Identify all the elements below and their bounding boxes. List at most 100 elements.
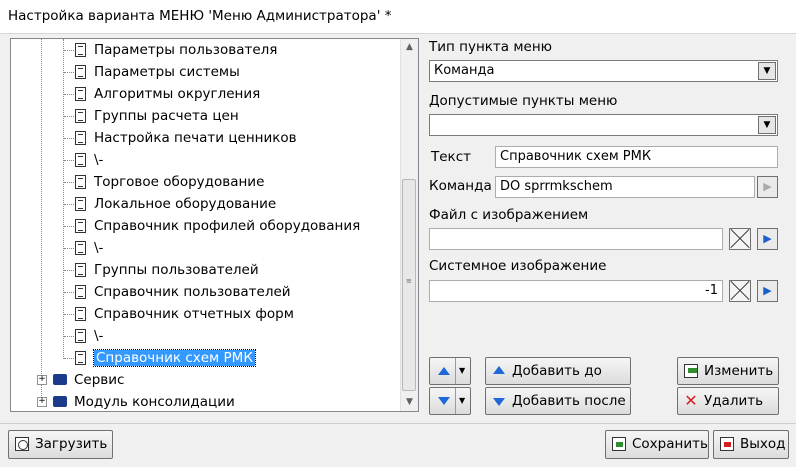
arrow-up-icon [438, 367, 450, 375]
tree-item-label: Параметры системы [94, 64, 240, 80]
scroll-up-arrow[interactable]: ▲ [401, 39, 418, 56]
delete-x-icon: ✕ [684, 391, 698, 410]
tree-item-label: Настройка печати ценников [94, 130, 297, 146]
exit-button[interactable]: Выход [713, 430, 789, 459]
document-icon [75, 307, 86, 321]
tree-item-label: Локальное оборудование [94, 196, 277, 212]
chevron-down-icon[interactable]: ▼ [758, 116, 776, 134]
tree-item-label: Алгоритмы округления [94, 86, 261, 102]
tree-item-label: Группы расчета цен [94, 108, 239, 124]
window-title: Настройка варианта МЕНЮ 'Меню Администра… [8, 8, 392, 24]
tree-item[interactable]: Настройка печати ценников [75, 127, 297, 149]
tree-item[interactable]: Алгоритмы округления [75, 83, 260, 105]
system-image-label: Системное изображение [429, 258, 607, 274]
tree-item[interactable]: Группы пользователей [75, 259, 259, 281]
tree-guide-line [64, 226, 74, 227]
tree-guide-line [64, 182, 74, 183]
image-file-label: Файл с изображением [429, 207, 589, 223]
arrow-down-icon [493, 398, 505, 406]
tree-guide-line [64, 358, 74, 359]
system-image-browse-button[interactable]: ▶ [757, 280, 778, 302]
tree-guide-line [64, 270, 74, 271]
tree-item[interactable]: Справочник отчетных форм [75, 303, 294, 325]
load-button[interactable]: Загрузить [8, 430, 113, 459]
document-icon [75, 131, 86, 145]
chevron-down-icon[interactable]: ▼ [459, 358, 465, 384]
system-image-field[interactable]: -1 [429, 280, 723, 302]
move-up-button[interactable]: ▼ [429, 357, 471, 385]
save-button[interactable]: Сохранить [605, 430, 709, 459]
tree-item[interactable]: Справочник профилей оборудования [75, 215, 360, 237]
tree-item[interactable]: Справочник пользователей [75, 281, 291, 303]
tree-item-label: Параметры пользователя [94, 42, 278, 58]
command-browse-button[interactable]: ▶ [757, 176, 778, 198]
tree-item-label: \- [94, 240, 104, 256]
text-label: Текст [431, 149, 471, 165]
edit-button[interactable]: Изменить [677, 357, 779, 385]
delete-label: Удалить [704, 393, 764, 409]
tree-item[interactable]: Группы расчета цен [75, 105, 239, 127]
tree-item[interactable]: Справочник схем РМК [75, 347, 256, 369]
tree-guide-line [64, 336, 74, 337]
tree-group[interactable]: Сервис [53, 369, 124, 391]
tree-item[interactable]: Торговое оборудование [75, 171, 264, 193]
arrow-up-icon [493, 366, 505, 374]
document-icon [75, 263, 86, 277]
tree-guide-line [64, 204, 74, 205]
tree-group-label: Сервис [74, 372, 125, 388]
command-field[interactable]: DO sprrmkschem [495, 176, 755, 198]
menu-type-value: Команда [434, 63, 495, 78]
tree-item-label: Торговое оборудование [94, 174, 265, 190]
tree-guide-line [64, 116, 74, 117]
split-divider [455, 358, 456, 384]
load-label: Загрузить [35, 436, 108, 452]
scroll-thumb[interactable]: ≡ [402, 179, 416, 391]
title-bar: Настройка варианта МЕНЮ 'Меню Администра… [0, 0, 796, 34]
save-icon [612, 437, 626, 451]
chevron-down-icon[interactable]: ▼ [459, 388, 465, 414]
tree-item-label: Справочник отчетных форм [94, 306, 294, 322]
tree-guide-line [64, 138, 74, 139]
document-icon [75, 197, 86, 211]
menu-type-select[interactable]: Команда ▼ [429, 60, 778, 82]
book-icon [53, 374, 67, 385]
scroll-grip-icon: ≡ [406, 277, 412, 285]
tree-item[interactable]: \- [75, 325, 103, 347]
chevron-down-icon[interactable]: ▼ [758, 62, 776, 80]
scroll-down-arrow[interactable]: ▼ [401, 394, 418, 411]
delete-button[interactable]: ✕ Удалить [677, 387, 779, 415]
tree-item[interactable]: \- [75, 149, 103, 171]
tree-guide-line [64, 72, 74, 73]
tree-item[interactable]: Параметры пользователя [75, 39, 277, 61]
tree-scrollbar[interactable]: ▲ ≡ ▼ [400, 39, 418, 411]
document-icon [75, 65, 86, 79]
clear-image-icon[interactable] [729, 228, 751, 250]
tree-guide-line [64, 314, 74, 315]
tree-guide-line [64, 160, 74, 161]
text-field[interactable]: Справочник схем РМК [495, 146, 778, 168]
document-icon [75, 219, 86, 233]
clear-system-image-icon[interactable] [729, 280, 751, 302]
add-after-button[interactable]: Добавить после [485, 387, 631, 415]
image-file-field[interactable] [429, 228, 723, 250]
move-down-button[interactable]: ▼ [429, 387, 471, 415]
add-after-label: Добавить после [512, 393, 626, 409]
expand-plus-icon[interactable]: + [37, 375, 47, 385]
document-icon [75, 109, 86, 123]
tree-item[interactable]: \- [75, 237, 103, 259]
tree-group[interactable]: Модуль консолидации [53, 391, 235, 411]
book-icon [53, 396, 67, 407]
allowed-items-select[interactable]: ▼ [429, 114, 778, 136]
tree-item-label: \- [94, 328, 104, 344]
allowed-items-label: Допустимые пункты меню [429, 93, 618, 109]
add-before-button[interactable]: Добавить до [485, 357, 631, 385]
document-icon [75, 87, 86, 101]
menu-tree[interactable]: Параметры пользователя Параметры системы А… [10, 38, 419, 412]
expand-plus-icon[interactable]: + [37, 397, 47, 407]
image-file-browse-button[interactable]: ▶ [757, 228, 778, 250]
tree-guide-line [64, 248, 74, 249]
tree-item[interactable]: Параметры системы [75, 61, 240, 83]
tree-item[interactable]: Локальное оборудование [75, 193, 276, 215]
tree-guide-line [64, 292, 74, 293]
tree-guide-line [41, 39, 42, 404]
